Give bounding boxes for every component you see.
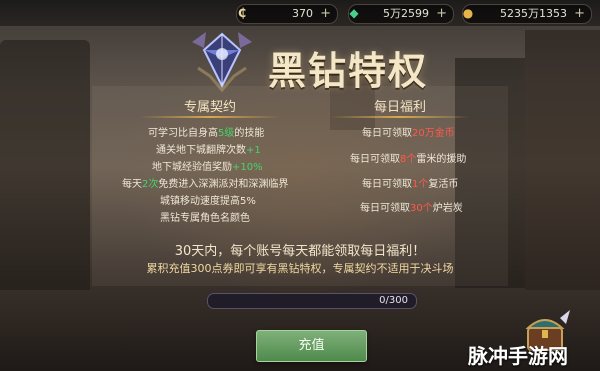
exclusive-contract-heading: 专属契约 [140, 96, 280, 118]
currency-emerald-amount: 5万2599 [383, 7, 429, 20]
daily-line-2: 每日可领取8个雷米的援助 [350, 154, 467, 165]
c-coin-icon: ₵ [237, 6, 247, 20]
recharge-progress-bar: 0/300 [207, 293, 417, 309]
currency-c-display: ₵ 370 + [236, 4, 338, 24]
currency-gold-display: ● 5235万1353 + [462, 4, 592, 24]
exclusive-contract-heading-text: 专属契约 [183, 100, 236, 115]
site-watermark: 脉冲手游网 [468, 344, 568, 368]
add-gold-button[interactable]: + [574, 5, 585, 23]
currency-emerald-display: ◆ 5万2599 + [348, 4, 454, 24]
currency-gold-amount: 5235万1353 [500, 7, 567, 20]
exclusive-line-5: 城镇移动速度提高5% [160, 196, 256, 207]
heading-underline [140, 116, 280, 118]
add-currency-c-button[interactable]: + [320, 5, 331, 23]
daily-line-1: 每日可领取20万金币 [362, 128, 455, 139]
currency-c-amount: 370 [292, 7, 313, 20]
daily-benefits-heading: 每日福利 [330, 96, 470, 118]
recharge-button[interactable]: 充值 [256, 330, 367, 362]
daily-line-3: 每日可领取1个复活币 [362, 179, 459, 190]
daily-benefits-heading-text: 每日福利 [373, 100, 426, 115]
recharge-requirement-notice: 累积充值300点券即可享有黑钻特权，专属契约不适用于决斗场 [146, 262, 454, 275]
black-diamond-emblem-icon [192, 32, 252, 92]
gold-coin-icon: ● [462, 6, 474, 20]
progress-label: 0/300 [379, 295, 408, 306]
daily-line-4: 每日可领取30个炉岩炭 [360, 203, 463, 214]
resource-bar: ₵ 370 + ◆ 5万2599 + ● 5235万1353 + [0, 0, 600, 27]
add-emerald-button[interactable]: + [436, 5, 447, 23]
emerald-icon: ◆ [349, 6, 359, 20]
exclusive-line-4: 每天2次免费进入深渊派对和深渊临界 [122, 179, 289, 190]
heading-underline [330, 116, 470, 118]
exclusive-line-2: 通关地下城翻牌次数+1 [156, 145, 261, 156]
exclusive-line-1: 可学习比自身高5级的技能 [148, 128, 265, 139]
exclusive-line-6: 黑钻专属角色名颜色 [160, 213, 250, 224]
exclusive-line-3: 地下城经验值奖励+10% [152, 162, 263, 173]
daily-benefit-notice: 30天内，每个账号每天都能领取每日福利！ [174, 244, 426, 259]
